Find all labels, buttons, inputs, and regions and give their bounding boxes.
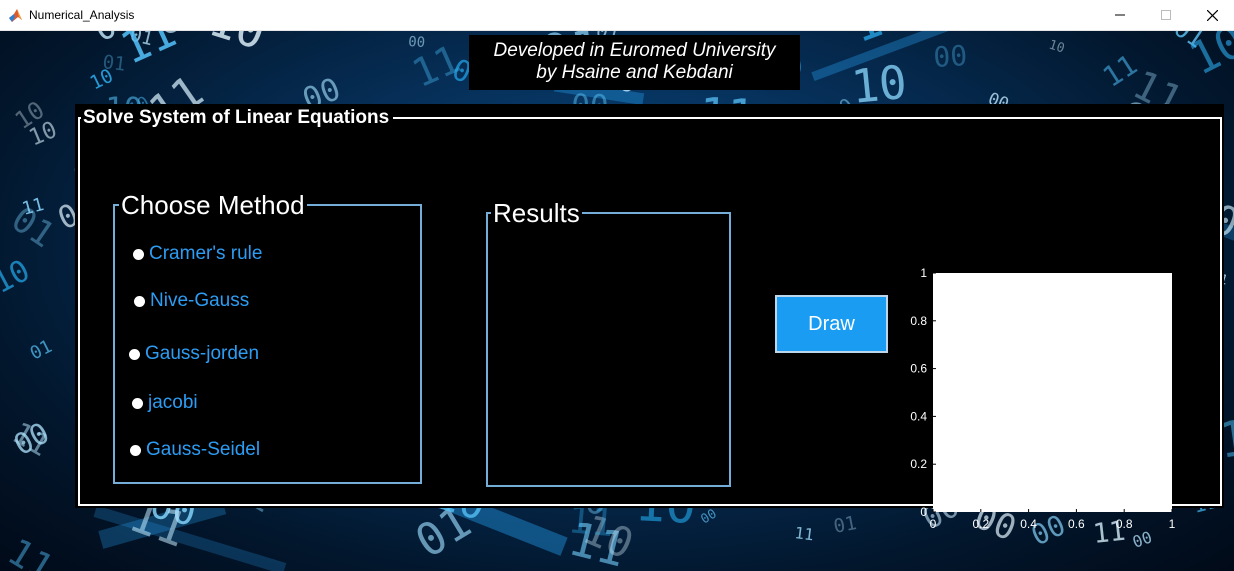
background-digit: 10 <box>1181 31 1234 86</box>
matlab-icon <box>9 9 22 22</box>
background-digit: 11 <box>0 530 60 571</box>
radio-label[interactable]: Gauss-jorden <box>145 343 259 365</box>
y-tick-label: 0.2 <box>910 457 927 471</box>
radio-button-icon[interactable] <box>133 248 144 260</box>
radio-button-icon[interactable] <box>134 295 145 307</box>
y-tick-label: 1 <box>920 266 927 280</box>
radio-label[interactable]: Nive-Gauss <box>150 290 249 312</box>
radio-label[interactable]: Gauss-Seidel <box>146 439 260 461</box>
background-digit: 00 <box>1130 527 1155 551</box>
background-digit: 00 <box>698 507 719 528</box>
background-digit: 00 <box>8 415 55 462</box>
credit-banner: Developed in Euromed University by Hsain… <box>469 35 800 90</box>
radio-jacobi[interactable]: jacobi <box>132 392 198 414</box>
background-digit: 01 <box>27 336 56 365</box>
title-bar: Numerical_Analysis <box>0 0 1234 31</box>
radio-nive-gauss[interactable]: Nive-Gauss <box>134 290 249 312</box>
radio-label[interactable]: jacobi <box>148 392 198 414</box>
linear-equations-panel: Solve System of Linear Equations Choose … <box>75 104 1224 531</box>
credit-line-2: by Hsaine and Kebdani <box>536 62 733 83</box>
radio-button-icon[interactable] <box>130 444 141 456</box>
app-window: Numerical_Analysis 100110001100011100111… <box>0 0 1234 571</box>
draw-button[interactable]: Draw <box>775 295 888 353</box>
x-tick-label: 0.8 <box>1116 517 1133 531</box>
y-tick-label: 0.6 <box>910 362 927 376</box>
background-digit: 10 <box>203 31 272 60</box>
window-title: Numerical_Analysis <box>29 8 135 22</box>
radio-label[interactable]: Cramer's rule <box>149 243 262 265</box>
y-tick-label: 0.8 <box>910 314 927 328</box>
x-tick-label: 0.4 <box>1020 517 1037 531</box>
background-digit: 11 <box>794 523 815 544</box>
plot-axes[interactable]: 0 0.2 0.4 0.6 0.8 1 0 0.2 0.4 0.6 0.8 1 <box>895 184 1215 531</box>
background-digit: 10 <box>0 253 36 301</box>
credit-line-1: Developed in Euromed University <box>493 40 776 61</box>
minimize-button[interactable] <box>1097 0 1143 30</box>
close-icon <box>1206 9 1218 21</box>
x-tick-label: 1 <box>1169 517 1176 531</box>
x-tick-label: 0 <box>930 517 937 531</box>
x-tick-label: 0.2 <box>972 517 989 531</box>
results-box <box>486 212 731 487</box>
panel-title: Solve System of Linear Equations <box>81 106 394 130</box>
background-digit: 10 <box>1047 38 1066 57</box>
results-title: Results <box>491 198 582 228</box>
radio-button-icon[interactable] <box>132 397 143 409</box>
minimize-icon <box>1115 14 1125 16</box>
radio-button-icon[interactable] <box>129 348 140 360</box>
figure-content: 1001100011000111001110011000110001110010… <box>0 31 1234 571</box>
radio-cramers-rule[interactable]: Cramer's rule <box>133 243 262 265</box>
x-tick-label: 0.6 <box>1068 517 1085 531</box>
y-tick-label: 0.4 <box>910 409 927 423</box>
axes-plot-area[interactable] <box>933 273 1172 512</box>
radio-gauss-jorden[interactable]: Gauss-jorden <box>129 343 259 365</box>
background-digit: 01 <box>832 512 859 538</box>
radio-gauss-seidel[interactable]: Gauss-Seidel <box>130 439 260 461</box>
y-tick-label: 0 <box>920 505 927 519</box>
maximize-button[interactable] <box>1143 0 1189 30</box>
maximize-icon <box>1161 10 1171 20</box>
background-digit: 00 <box>932 39 968 74</box>
close-button[interactable] <box>1189 0 1234 30</box>
method-group-title: Choose Method <box>119 190 307 220</box>
